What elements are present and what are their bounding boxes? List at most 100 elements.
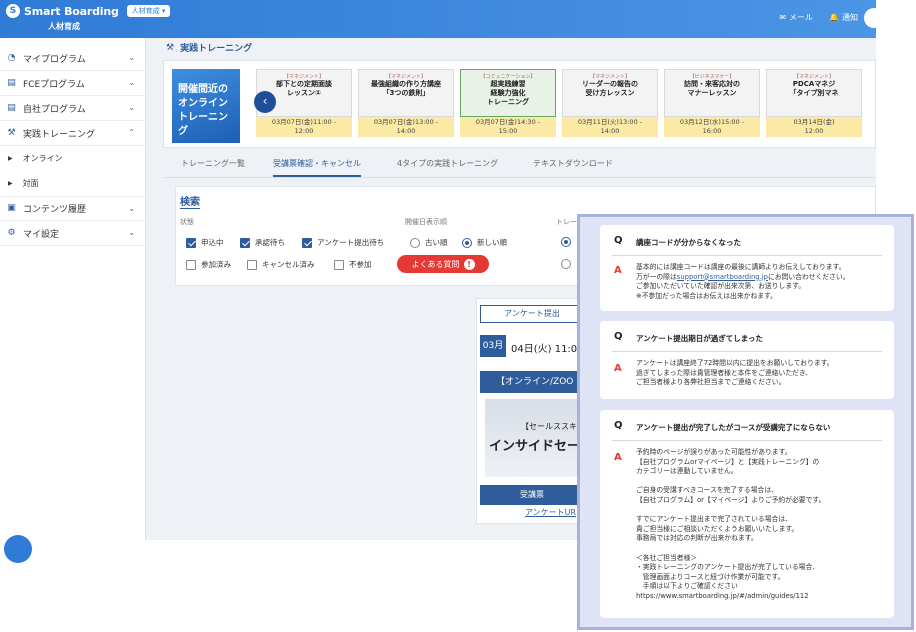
avatar[interactable] <box>864 8 876 28</box>
checkbox[interactable] <box>247 259 257 270</box>
carousel-prev-button[interactable]: ‹ <box>254 91 276 113</box>
help-button[interactable] <box>4 535 32 563</box>
status-checkbox-absent[interactable]: 不参加 <box>334 259 372 270</box>
tab-text-download[interactable]: テキストダウンロード <box>533 158 613 169</box>
third-filter-label: トレー <box>556 218 577 226</box>
course-title: 最強組織の作り方講座 「3つの鉄則」 <box>371 80 441 97</box>
bell-icon: 🔔 <box>829 13 839 22</box>
status-checkbox-cancelled[interactable]: キャンセル済み <box>247 259 315 270</box>
notify-link[interactable]: 🔔 通知 <box>829 12 858 23</box>
third-radio-1[interactable] <box>561 237 571 247</box>
course-category: 【コミュニケーション】 <box>480 74 536 80</box>
sidebar-item-company-program[interactable]: ▤ 自社プログラム ⌄ <box>0 96 145 121</box>
status-checkbox-pending[interactable]: 承認待ち <box>240 237 285 248</box>
date-order-label: 開催日表示順 <box>405 218 447 226</box>
course-card[interactable]: 【マネジメント】 最強組織の作り方講座 「3つの鉄則」 03月07日(金)13:… <box>358 69 454 141</box>
status-checkbox-applying[interactable]: 申込中 <box>186 237 224 248</box>
faq-question: 講座コードが分からなくなった <box>636 238 741 247</box>
radio-label: 古い順 <box>425 238 448 247</box>
logo-mark-icon: S <box>6 4 20 18</box>
mail-icon: ✉ <box>779 13 787 22</box>
course-category: 【マネジメント】 <box>283 74 324 80</box>
checkbox[interactable] <box>186 259 196 270</box>
tab-training-list[interactable]: トレーニング一覧 <box>181 158 245 169</box>
tab-bar: トレーニング一覧 受講票確認・キャンセル 4タイプの実践トレーニング テキストダ… <box>163 152 876 178</box>
faq-button[interactable]: よくある質問 ! <box>397 255 489 273</box>
checkbox-label: アンケート提出待ち <box>317 238 385 247</box>
course-thumb: 【ビジネスマナー】 訪問・来客応対の マナーレッスン <box>664 69 760 117</box>
faq-item: Q 講座コードが分からなくなった A 基本的には講座コードは講座の最後に講師より… <box>600 225 894 311</box>
chevron-down-icon: ⌄ <box>128 228 135 237</box>
book-icon: ▤ <box>7 77 16 88</box>
faq-item: Q アンケート提出期日が過ぎてしまった A アンケートは講座終了72時間以内に提… <box>600 321 894 399</box>
sidebar-item-settings[interactable]: ⚙ マイ設定 ⌄ <box>0 221 145 246</box>
history-icon: ▣ <box>7 203 16 213</box>
tab-four-types[interactable]: 4タイプの実践トレーニング <box>397 158 498 169</box>
booking-date: 04日(火) 11:0 <box>511 344 578 355</box>
question-marker: Q <box>614 420 623 431</box>
order-radio-newest[interactable]: 新しい順 <box>462 237 507 248</box>
course-thumb: 【マネジメント】 PDCAマネジ 「タイプ別マネ <box>766 69 862 117</box>
promo-text: 開催間近の オンライン トレーニング <box>178 84 228 137</box>
radio[interactable] <box>561 237 571 247</box>
course-card[interactable]: 【マネジメント】 PDCAマネジ 「タイプ別マネ 03月14日(金) 12:00 <box>766 69 862 141</box>
course-thumb: 【マネジメント】 最強組織の作り方講座 「3つの鉄則」 <box>358 69 454 117</box>
org-select[interactable]: 人材育成 ▾ <box>126 5 171 17</box>
mail-link[interactable]: ✉ メール <box>779 12 813 23</box>
survey-url-link[interactable]: アンケートUR <box>525 507 576 518</box>
radio-label: 新しい順 <box>477 238 507 247</box>
status-checkbox-survey[interactable]: アンケート提出待ち <box>302 237 384 248</box>
radio[interactable] <box>561 259 571 269</box>
sidebar-item-label: マイプログラム <box>23 54 86 65</box>
sidebar-subitem-online[interactable]: ▶ オンライン <box>0 146 145 171</box>
course-title: 訪問・来客応対の マナーレッスン <box>684 80 740 97</box>
order-radio-oldest[interactable]: 古い順 <box>410 237 448 248</box>
status-checkbox-attended[interactable]: 参加済み <box>186 259 231 270</box>
faq-answer: 予約時のページが誤りがあった可能性があります。 【自社プログラムorマイページ】… <box>636 448 826 600</box>
checkbox[interactable] <box>302 237 312 248</box>
sidebar-item-label: FCEプログラム <box>23 79 85 90</box>
answer-marker: A <box>614 363 622 374</box>
brand-logo[interactable]: S Smart Boarding 人材育成 ▾ <box>6 4 171 18</box>
course-date: 03月07日(金)13:00 - 14:00 <box>358 117 454 137</box>
radio[interactable] <box>462 237 472 248</box>
sidebar-item-training[interactable]: ⚒ 実践トレーニング ⌃ <box>0 121 145 146</box>
survey-submit-button[interactable]: アンケート提出 <box>480 305 584 323</box>
page-title-text: 実践トレーニング <box>180 44 253 54</box>
checkbox[interactable] <box>334 259 344 270</box>
third-radio-2[interactable] <box>561 259 571 269</box>
sidebar-subitem-label: 対面 <box>22 179 39 188</box>
course-date: 03月14日(金) 12:00 <box>766 117 862 137</box>
course-card[interactable]: 【コミュニケーション】 超実践練習 経験力強化 トレーニング 03月07日(金)… <box>460 69 556 141</box>
checkbox-label: 申込中 <box>201 238 224 247</box>
sidebar-item-content-history[interactable]: ▣ コンテンツ履歴 ⌄ <box>0 196 145 221</box>
checkbox[interactable] <box>186 237 196 248</box>
answer-marker: A <box>614 452 622 463</box>
course-thumbnail[interactable]: 【セールススキ インサイドセー <box>485 399 581 477</box>
sidebar-item-my-program[interactable]: ◔ マイプログラム ⌄ <box>0 46 145 71</box>
training-icon: ⚒ <box>7 127 16 138</box>
divider <box>612 255 882 256</box>
thumb-line-1: 【セールススキ <box>521 422 577 431</box>
faq-answer: アンケートは講座終了72時間以内に提出をお願いしております。 過ぎてしまった際は… <box>636 359 834 387</box>
course-title: 超実践練習 経験力強化 トレーニング <box>487 80 529 106</box>
attend-ticket-button[interactable]: 受講票 <box>480 485 584 505</box>
chevron-up-icon: ⌃ <box>128 128 135 137</box>
course-title: リーダーの報告の 受け方レッスン <box>582 80 638 97</box>
tab-ticket-confirm[interactable]: 受講票確認・キャンセル <box>273 158 361 177</box>
course-card[interactable]: 【ビジネスマナー】 訪問・来客応対の マナーレッスン 03月12日(水)15:0… <box>664 69 760 141</box>
sidebar-subitem-offline[interactable]: ▶ 対面 <box>0 171 145 196</box>
course-date: 03月12日(水)15:00 - 16:00 <box>664 117 760 137</box>
checkbox-label: 承認待ち <box>255 238 285 247</box>
promo-banner[interactable]: 開催間近の オンライン トレーニング <box>172 69 240 143</box>
question-marker: Q <box>614 331 623 342</box>
radio[interactable] <box>410 237 420 248</box>
page-title: ⚒ 実践トレーニング <box>166 41 253 55</box>
sidebar-item-fce-program[interactable]: ▤ FCEプログラム ⌄ <box>0 71 145 96</box>
support-email-link[interactable]: support@smartboarding.jp <box>677 273 768 281</box>
faq-question: アンケート提出が完了したがコースが受講完了にならない <box>636 423 831 432</box>
course-category: 【マネジメント】 <box>793 74 834 80</box>
checkbox-label: 不参加 <box>349 260 372 269</box>
checkbox[interactable] <box>240 237 250 248</box>
course-card[interactable]: 【マネジメント】 リーダーの報告の 受け方レッスン 03月11日(火)13:00… <box>562 69 658 141</box>
